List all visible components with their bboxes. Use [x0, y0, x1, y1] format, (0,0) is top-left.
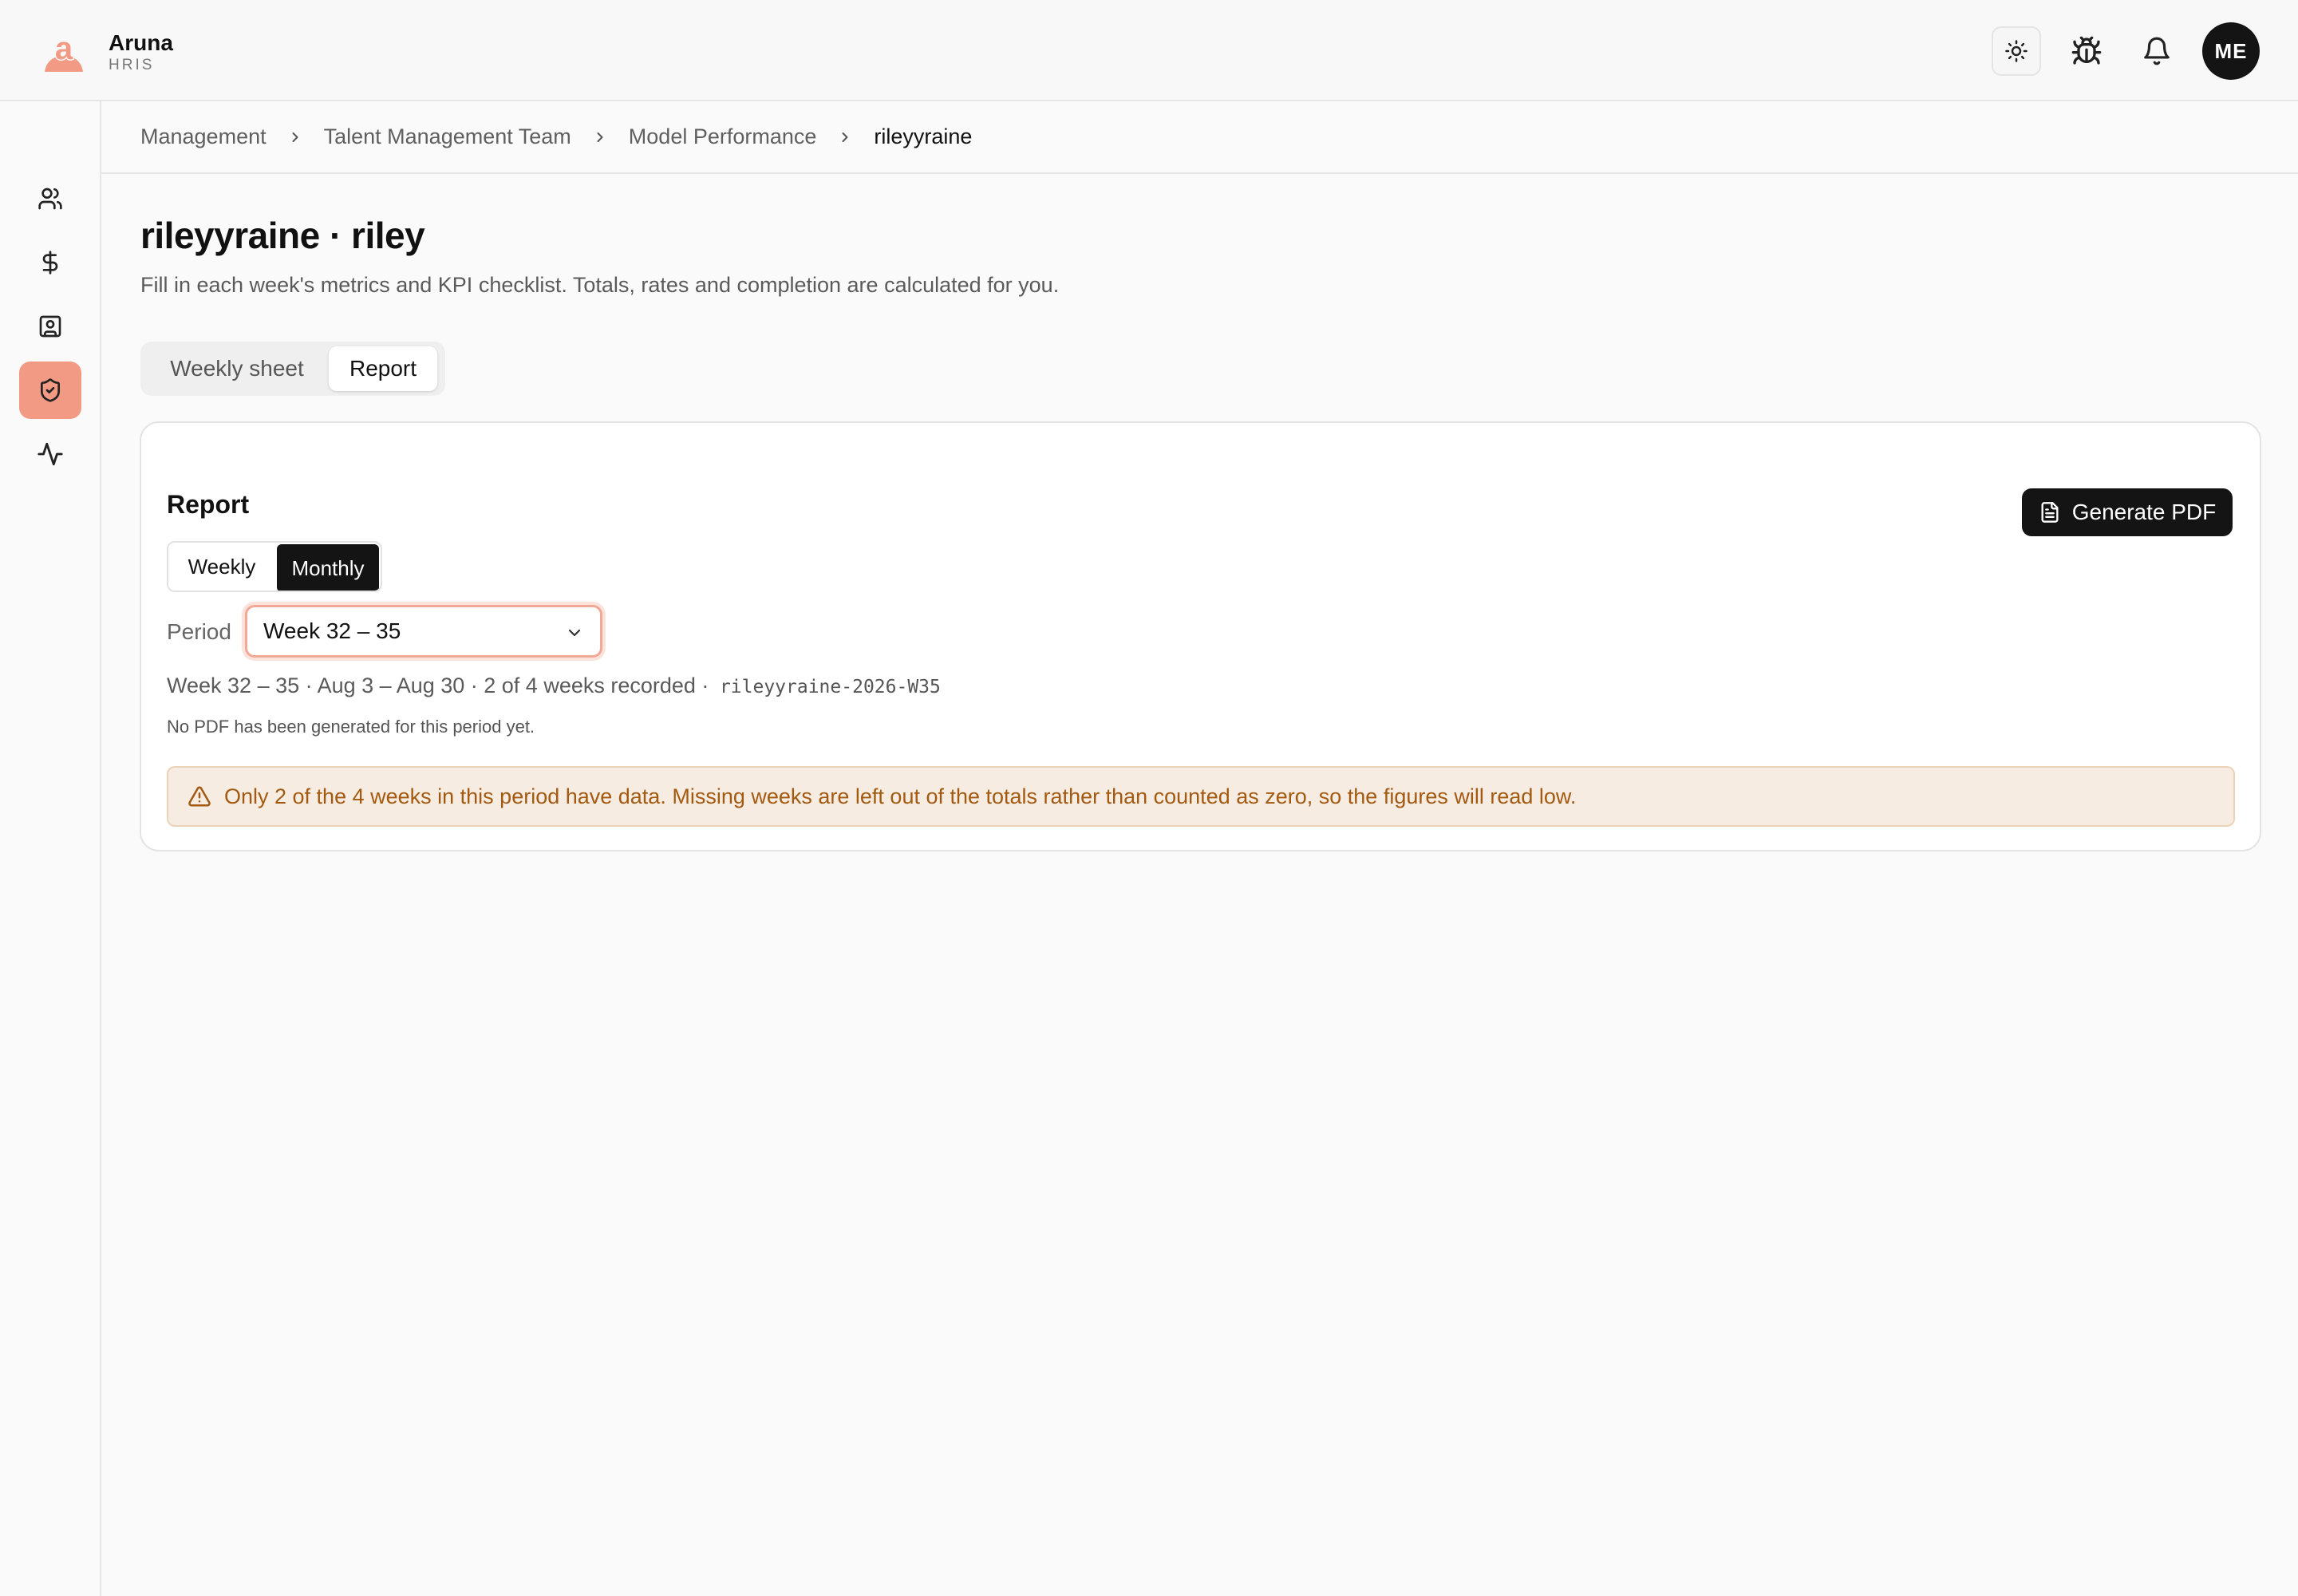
- page-subtitle: Fill in each week's metrics and KPI chec…: [140, 273, 1060, 297]
- file-text-icon: [2041, 502, 2059, 523]
- report-bug-button[interactable]: [2062, 26, 2111, 76]
- period-meta-text: Week 32 – 35 · Aug 3 – Aug 30 · 2 of 4 w…: [167, 674, 709, 697]
- sidebar-item-directory[interactable]: [19, 298, 81, 355]
- chevron-down-icon: [568, 629, 581, 637]
- warning-triangle-icon: [188, 786, 211, 807]
- chevron-right-icon: [842, 132, 848, 142]
- period-label: Period: [167, 619, 231, 644]
- page-title: rileyyraine · riley: [140, 215, 425, 256]
- breadcrumb: Management Talent Management Team Model …: [101, 101, 2298, 174]
- toggle-monthly[interactable]: Monthly: [277, 544, 379, 591]
- period-meta: Week 32 – 35 · Aug 3 – Aug 30 · 2 of 4 w…: [167, 674, 941, 698]
- theme-toggle-button[interactable]: [1992, 26, 2041, 76]
- generate-pdf-label: Generate PDF: [2071, 500, 2217, 524]
- view-tabs: Weekly sheet Report: [140, 342, 445, 396]
- toggle-weekly[interactable]: Weekly: [168, 543, 275, 591]
- breadcrumb-current: rileyyraine: [874, 124, 973, 148]
- report-card: Report Generate PDF Weekly Monthly Perio…: [140, 421, 2261, 851]
- app-subtitle: HRIS: [109, 57, 155, 73]
- tab-weekly-sheet[interactable]: Weekly sheet: [145, 346, 329, 391]
- report-title: Report: [167, 490, 250, 519]
- aruna-logo-icon: a: [45, 32, 83, 72]
- period-select[interactable]: Week 32 – 35: [245, 605, 602, 658]
- shield-check-icon: [41, 378, 60, 402]
- chevron-right-icon: [597, 132, 603, 142]
- bug-icon: [2071, 36, 2102, 65]
- breadcrumb-team[interactable]: Talent Management Team: [324, 124, 571, 149]
- chevron-right-icon: [292, 132, 298, 142]
- contact-card-icon: [39, 315, 61, 338]
- svg-text:a: a: [55, 32, 73, 66]
- warning-text: Only 2 of the 4 weeks in this period hav…: [224, 784, 1577, 808]
- top-header: a Aruna HRIS ME: [0, 0, 2298, 101]
- breadcrumb-model-performance[interactable]: Model Performance: [629, 124, 817, 149]
- report-range-toggle: Weekly Monthly: [167, 541, 382, 592]
- sidebar-item-payroll[interactable]: [19, 234, 81, 291]
- sidebar-item-activity[interactable]: [19, 425, 81, 483]
- missing-data-warning: Only 2 of the 4 weeks in this period hav…: [167, 766, 2235, 827]
- no-pdf-notice: No PDF has been generated for this perio…: [167, 717, 535, 737]
- bell-icon: [2144, 37, 2170, 65]
- user-avatar[interactable]: ME: [2202, 22, 2260, 80]
- sidebar-item-people[interactable]: [19, 170, 81, 227]
- tab-report[interactable]: Report: [329, 346, 437, 391]
- generate-pdf-button[interactable]: Generate PDF: [2022, 488, 2233, 536]
- period-code: rileyyraine-2026-W35: [719, 677, 941, 697]
- sidebar-item-performance[interactable]: [19, 361, 81, 419]
- app-name: Aruna: [109, 30, 173, 55]
- activity-icon: [38, 442, 63, 466]
- brand[interactable]: a Aruna HRIS: [41, 30, 173, 75]
- period-select-value: Week 32 – 35: [263, 618, 401, 643]
- sun-icon: [2005, 40, 2028, 62]
- sidebar: [0, 101, 101, 1596]
- users-icon: [38, 188, 62, 210]
- breadcrumb-management[interactable]: Management: [140, 124, 267, 149]
- dollar-icon: [42, 251, 58, 275]
- notifications-button[interactable]: [2132, 26, 2182, 76]
